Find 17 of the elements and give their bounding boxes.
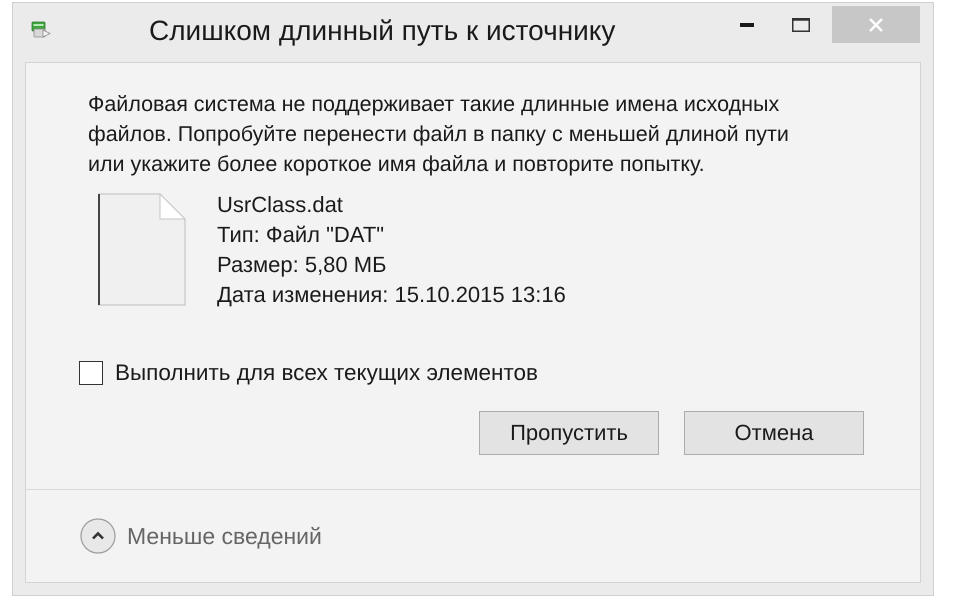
dialog-button[interactable]: Отмена bbox=[684, 411, 864, 455]
window-icon bbox=[31, 20, 51, 40]
dialog-button[interactable]: Пропустить bbox=[479, 411, 659, 455]
message-text: Файловая система не поддерживает такие длинные имена исходных файлов. Попробуйте перенести файл в папку с меньшей длиной пути или укажите более короткое имя файла и повторите попытку. bbox=[88, 91, 790, 178]
details-toggle[interactable]: Меньше сведений bbox=[80, 518, 322, 554]
file-icon bbox=[98, 193, 186, 306]
minimize-icon bbox=[740, 22, 754, 26]
window-title: Слишком длинный путь к источнику bbox=[149, 14, 616, 46]
maximize-icon bbox=[792, 18, 810, 32]
file-detail: Тип: Файл "DAT" bbox=[217, 221, 386, 249]
checkbox-label[interactable]: Выполнить для всех текущих элементов bbox=[115, 360, 538, 386]
file-detail: Размер: 5,80 МБ bbox=[217, 251, 388, 279]
checkbox[interactable] bbox=[79, 361, 103, 385]
file-name: UsrClass.dat bbox=[217, 191, 344, 219]
chevron-icon bbox=[80, 518, 116, 554]
close-icon bbox=[869, 18, 883, 32]
file-detail: Дата изменения: 15.10.2015 13:16 bbox=[217, 281, 566, 309]
